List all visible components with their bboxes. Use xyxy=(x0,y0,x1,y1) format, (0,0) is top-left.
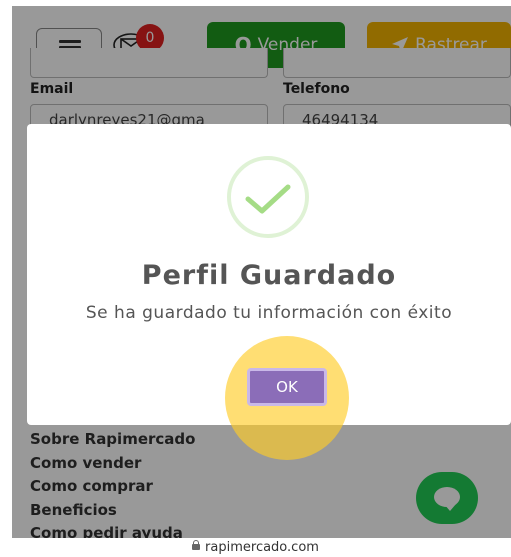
modal-message: Se ha guardado tu información con éxito xyxy=(85,303,453,323)
success-icon-ring xyxy=(227,156,309,238)
page-background: 0 Q Vender Rastrear Email Telefono darly… xyxy=(12,6,511,538)
checkmark-icon xyxy=(245,184,291,214)
modal-title: Perfil Guardado xyxy=(141,260,397,291)
browser-url-bar[interactable]: rapimercado.com xyxy=(0,538,511,557)
success-modal: Perfil Guardado Se ha guardado tu inform… xyxy=(27,124,511,460)
ok-button[interactable]: OK xyxy=(247,368,327,406)
lock-icon xyxy=(192,540,201,550)
url-text: rapimercado.com xyxy=(205,540,319,555)
